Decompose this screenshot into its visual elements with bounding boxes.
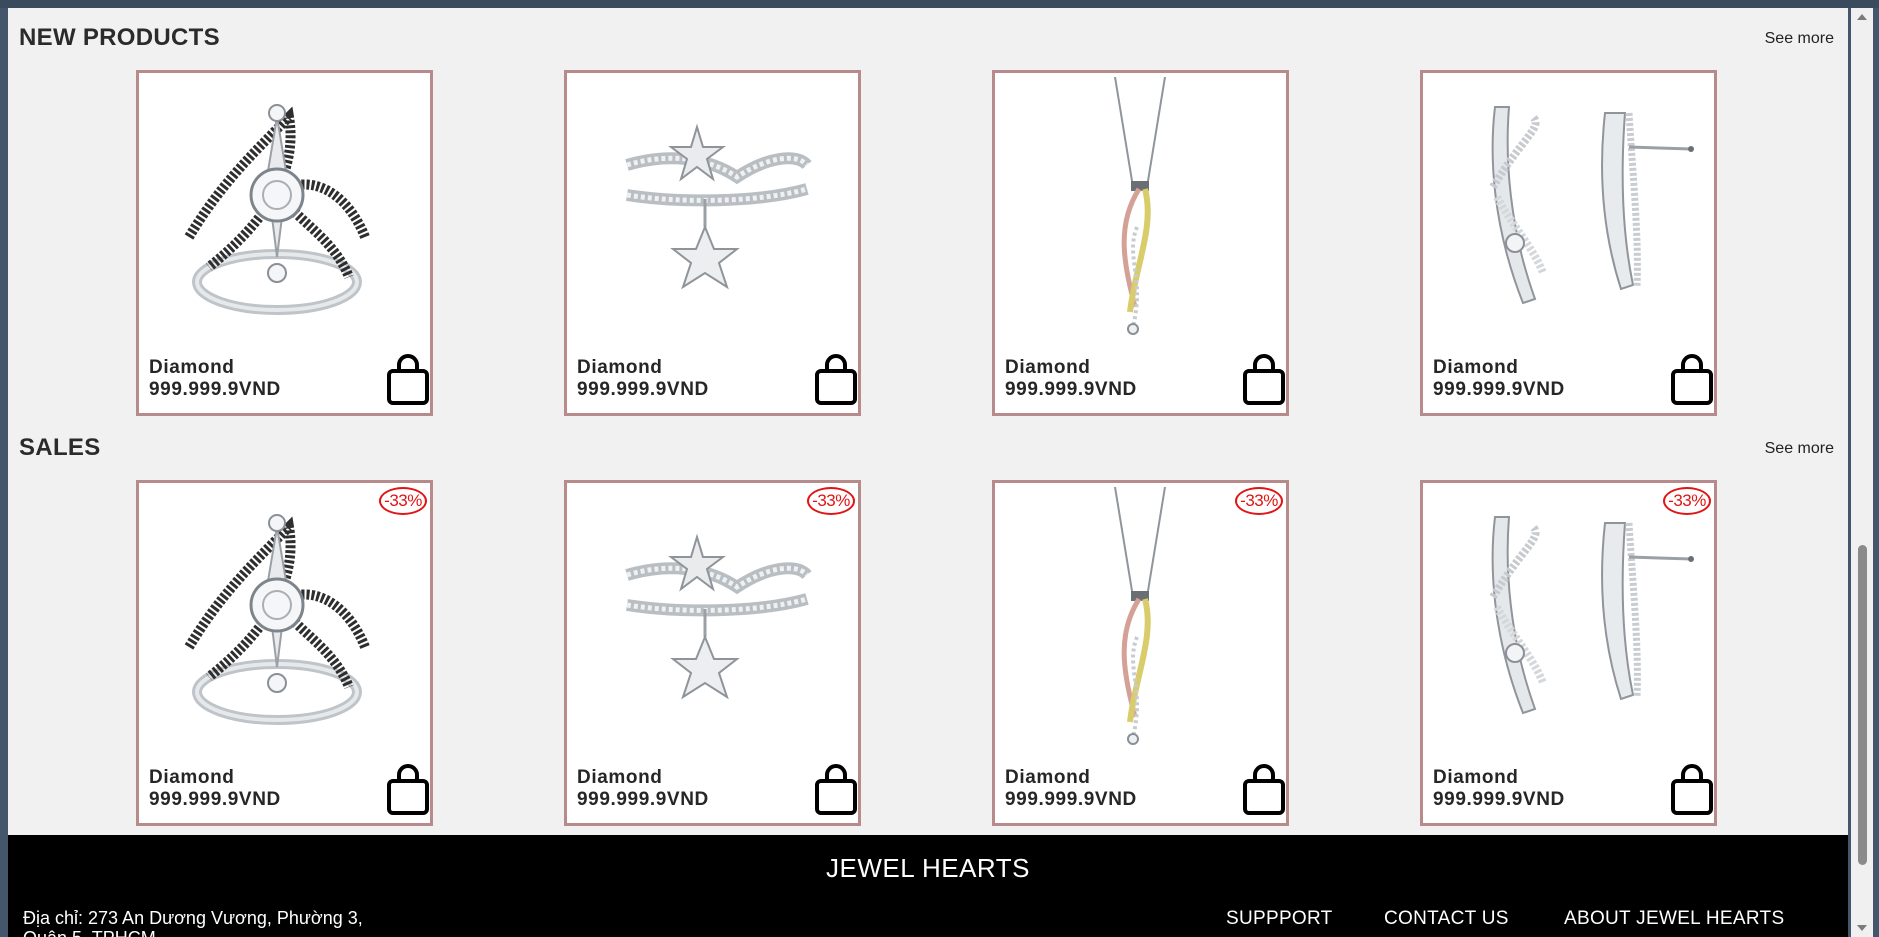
product-card[interactable]: Diamond 999.999.9VND <box>992 70 1289 416</box>
discount-badge: -33% <box>379 487 427 515</box>
footer-link-support[interactable]: SUPPPORT <box>1226 908 1333 930</box>
product-card[interactable]: -33% Diamond 999.999.9VND <box>992 480 1289 826</box>
product-price: 999.999.9VND <box>149 379 281 400</box>
product-card[interactable]: -33% Diamond 999.999.9VND <box>1420 480 1717 826</box>
window-right-edge <box>1873 8 1879 937</box>
product-card[interactable]: -33% Diamond 999.999.9VND <box>564 480 861 826</box>
product-name: Diamond <box>149 357 235 378</box>
page: NEW PRODUCTS See more Diamond 999.999.9V… <box>8 8 1848 937</box>
ring-icon <box>184 104 370 315</box>
footer-link-about[interactable]: ABOUT JEWEL HEARTS <box>1564 908 1784 930</box>
pendant-necklace-icon <box>1114 487 1166 745</box>
product-name: Diamond <box>149 767 235 788</box>
product-price: 999.999.9VND <box>149 789 281 810</box>
section-title-new-products: NEW PRODUCTS <box>19 24 220 51</box>
shopping-bag-icon[interactable] <box>1669 763 1715 817</box>
shopping-bag-icon[interactable] <box>813 763 859 817</box>
shopping-bag-icon[interactable] <box>1241 763 1287 817</box>
see-more-sales-link[interactable]: See more <box>1765 440 1834 458</box>
shopping-bag-icon[interactable] <box>385 353 431 407</box>
footer: JEWEL HEARTS Địa chỉ: 273 An Dương Vương… <box>8 835 1848 937</box>
product-price: 999.999.9VND <box>1433 379 1565 400</box>
shopping-bag-icon[interactable] <box>813 353 859 407</box>
product-price: 999.999.9VND <box>1433 789 1565 810</box>
star-ring-icon <box>625 533 812 700</box>
discount-badge: -33% <box>807 487 855 515</box>
product-price: 999.999.9VND <box>577 789 709 810</box>
window-top-strip <box>0 0 1879 8</box>
pendant-necklace-icon <box>1114 77 1166 335</box>
shopping-bag-icon[interactable] <box>1241 353 1287 407</box>
discount-badge: -33% <box>1235 487 1283 515</box>
shopping-bag-icon[interactable] <box>1669 353 1715 407</box>
product-name: Diamond <box>577 767 663 788</box>
product-card[interactable]: Diamond 999.999.9VND <box>136 70 433 416</box>
product-card[interactable]: -33% Diamond 999.999.9VND <box>136 480 433 826</box>
product-card[interactable]: Diamond 999.999.9VND <box>1420 70 1717 416</box>
discount-badge: -33% <box>1663 487 1711 515</box>
footer-brand: JEWEL HEARTS <box>826 853 1030 883</box>
product-name: Diamond <box>1433 357 1519 378</box>
product-name: Diamond <box>1433 767 1519 788</box>
product-price: 999.999.9VND <box>577 379 709 400</box>
scrollbar-thumb[interactable] <box>1858 545 1867 865</box>
product-card[interactable]: Diamond 999.999.9VND <box>564 70 861 416</box>
product-name: Diamond <box>1005 767 1091 788</box>
section-title-sales: SALES <box>19 434 101 461</box>
product-name: Diamond <box>577 357 663 378</box>
product-name: Diamond <box>1005 357 1091 378</box>
footer-link-contact-us[interactable]: CONTACT US <box>1384 908 1509 930</box>
footer-address: Địa chỉ: 273 An Dương Vương, Phường 3, Q… <box>23 908 363 937</box>
product-price: 999.999.9VND <box>1005 789 1137 810</box>
scroll-up-icon[interactable] <box>1857 14 1867 20</box>
see-more-new-products-link[interactable]: See more <box>1765 30 1834 48</box>
vertical-scrollbar[interactable] <box>1851 8 1873 937</box>
product-price: 999.999.9VND <box>1005 379 1137 400</box>
star-ring-icon <box>625 123 812 290</box>
scroll-down-icon[interactable] <box>1857 925 1867 931</box>
earrings-icon <box>1489 516 1694 715</box>
earrings-icon <box>1489 106 1694 305</box>
shopping-bag-icon[interactable] <box>385 763 431 817</box>
ring-icon <box>184 514 370 725</box>
